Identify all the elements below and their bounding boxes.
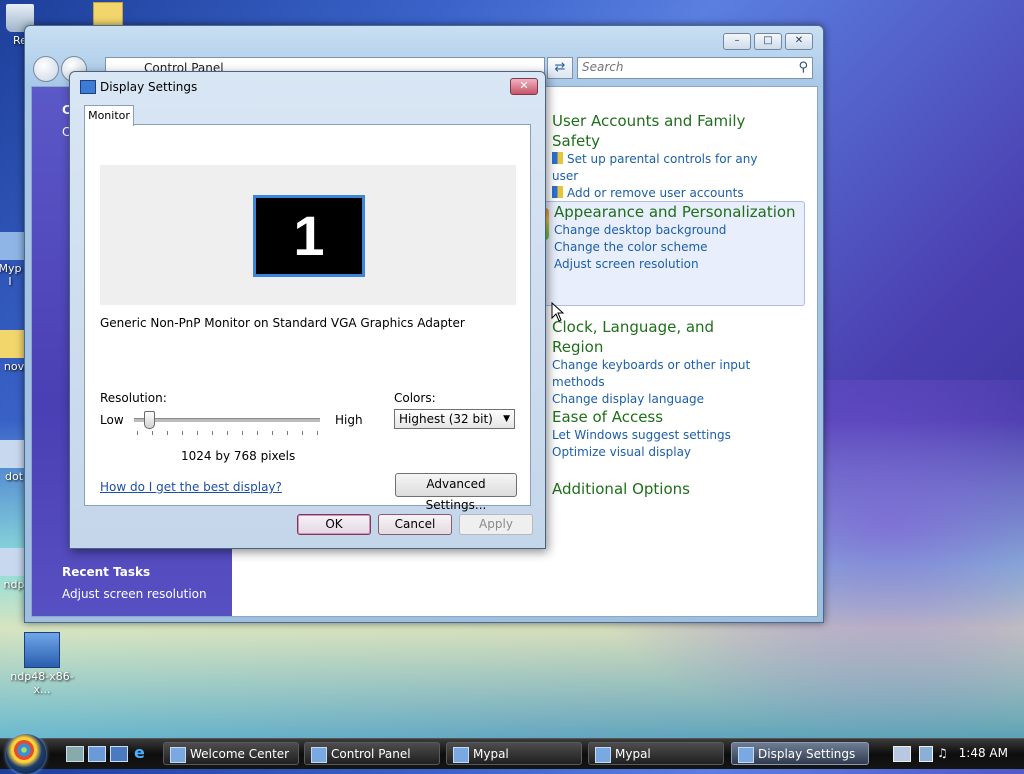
system-tray: ♫ 1:48 AM xyxy=(873,742,1024,765)
recent-tasks-title: Recent Tasks xyxy=(62,565,151,579)
minimize-button[interactable]: – xyxy=(723,33,751,50)
category-user-accounts: User Accounts and Family Safety Set up p… xyxy=(508,111,762,202)
dialog-close-button[interactable]: ✕ xyxy=(510,78,538,95)
quick-launch-desktop-icon[interactable] xyxy=(88,746,106,762)
slider-ticks xyxy=(137,431,319,435)
category-appearance: Appearance and Personalization Change de… xyxy=(517,201,805,306)
category-title[interactable]: Clock, Language, and Region xyxy=(552,317,767,357)
category-link[interactable]: Change display language xyxy=(552,391,767,408)
category-link[interactable]: Change the color scheme xyxy=(554,239,804,256)
category-clock-language-region: Clock, Language, and Region Change keybo… xyxy=(508,317,767,408)
taskbar-button-mypal-1[interactable]: Mypal xyxy=(446,742,582,765)
advanced-settings-button[interactable]: Advanced Settings... xyxy=(395,473,517,512)
display-settings-icon xyxy=(738,747,754,763)
category-link[interactable]: Optimize visual display xyxy=(552,444,762,461)
help-link[interactable]: How do I get the best display? xyxy=(100,480,282,494)
category-link[interactable]: Add or remove user accounts xyxy=(552,185,762,202)
window-controls: – □ ✕ xyxy=(723,33,813,50)
clock[interactable]: 1:48 AM xyxy=(959,746,1008,760)
category-link[interactable]: Set up parental controls for any user xyxy=(552,151,762,185)
category-link[interactable]: Adjust screen resolution xyxy=(554,256,804,273)
colors-label: Colors: xyxy=(394,391,436,405)
taskbar: e Welcome Center Control Panel Mypal Myp… xyxy=(0,734,1024,774)
tray-network-icon[interactable] xyxy=(919,746,933,762)
maximize-button[interactable]: □ xyxy=(754,33,782,50)
display-settings-icon xyxy=(80,80,96,94)
recent-task-adjust-resolution[interactable]: Adjust screen resolution xyxy=(62,587,207,601)
display-settings-dialog: Display Settings ✕ Monitor 1 Generic Non… xyxy=(69,71,546,549)
mypal-icon xyxy=(595,747,611,763)
category-additional-options: Additional Options xyxy=(508,479,762,519)
category-link[interactable]: Change keyboards or other input methods xyxy=(552,357,767,391)
category-ease-of-access: Ease of Access Let Windows suggest setti… xyxy=(508,407,762,461)
resolution-slider-thumb[interactable] xyxy=(143,411,155,429)
taskbar-button-display-settings[interactable]: Display Settings xyxy=(731,742,869,765)
tray-keyboard-icon[interactable] xyxy=(893,746,911,762)
monitor-panel: 1 Generic Non-PnP Monitor on Standard VG… xyxy=(84,124,531,512)
tray-volume-icon[interactable]: ♫ xyxy=(937,746,949,760)
category-title[interactable]: Appearance and Personalization xyxy=(554,202,804,222)
colors-selected-value: Highest (32 bit) xyxy=(399,412,493,426)
desktop-icon-ndp48[interactable]: ndp48-x86-x... xyxy=(4,632,80,696)
quick-launch-show-desktop-icon[interactable] xyxy=(66,746,84,762)
resolution-label: Resolution: xyxy=(100,391,167,405)
category-title[interactable]: Additional Options xyxy=(552,479,762,499)
dropdown-arrow-icon: ▼ xyxy=(503,414,510,424)
category-link[interactable]: Change desktop background xyxy=(554,222,804,239)
monitor-1[interactable]: 1 xyxy=(253,195,365,277)
tab-monitor[interactable]: Monitor xyxy=(84,105,134,126)
search-input[interactable] xyxy=(578,58,782,76)
cancel-button[interactable]: Cancel xyxy=(378,514,452,535)
mypal-icon xyxy=(453,747,469,763)
start-button[interactable] xyxy=(6,734,46,774)
search-icon[interactable]: ⚲ xyxy=(798,60,808,75)
refresh-button[interactable]: ⇄ xyxy=(547,57,573,79)
resolution-value: 1024 by 768 pixels xyxy=(181,449,296,463)
back-button[interactable] xyxy=(33,56,59,82)
category-title[interactable]: Ease of Access xyxy=(552,407,762,427)
close-button[interactable]: ✕ xyxy=(785,33,813,50)
category-link[interactable]: Let Windows suggest settings xyxy=(552,427,762,444)
quick-launch-ie-icon[interactable]: e xyxy=(134,745,150,761)
taskbar-button-control-panel[interactable]: Control Panel xyxy=(304,742,440,765)
low-label: Low xyxy=(100,413,124,427)
resolution-slider-track[interactable] xyxy=(134,418,320,422)
category-title[interactable]: User Accounts and Family Safety xyxy=(552,111,762,151)
uac-shield-icon xyxy=(552,186,563,198)
uac-shield-icon xyxy=(552,152,563,164)
installer-shield-icon xyxy=(24,632,60,668)
ok-button[interactable]: OK xyxy=(297,514,371,535)
mouse-cursor xyxy=(551,302,565,322)
quick-launch-switch-windows-icon[interactable] xyxy=(110,746,128,762)
monitor-description: Generic Non-PnP Monitor on Standard VGA … xyxy=(100,316,465,330)
welcome-center-icon xyxy=(170,747,186,763)
apply-button[interactable]: Apply xyxy=(459,514,533,535)
dialog-title: Display Settings xyxy=(100,80,198,94)
colors-select[interactable]: Highest (32 bit) ▼ xyxy=(394,409,515,429)
app-icon xyxy=(0,232,24,260)
monitor-preview-area: 1 xyxy=(100,165,516,305)
search-box[interactable]: ⚲ xyxy=(577,57,813,79)
taskbar-button-mypal-2[interactable]: Mypal xyxy=(588,742,724,765)
taskbar-button-welcome-center[interactable]: Welcome Center xyxy=(163,742,299,765)
high-label: High xyxy=(335,413,363,427)
control-panel-icon xyxy=(311,747,327,763)
